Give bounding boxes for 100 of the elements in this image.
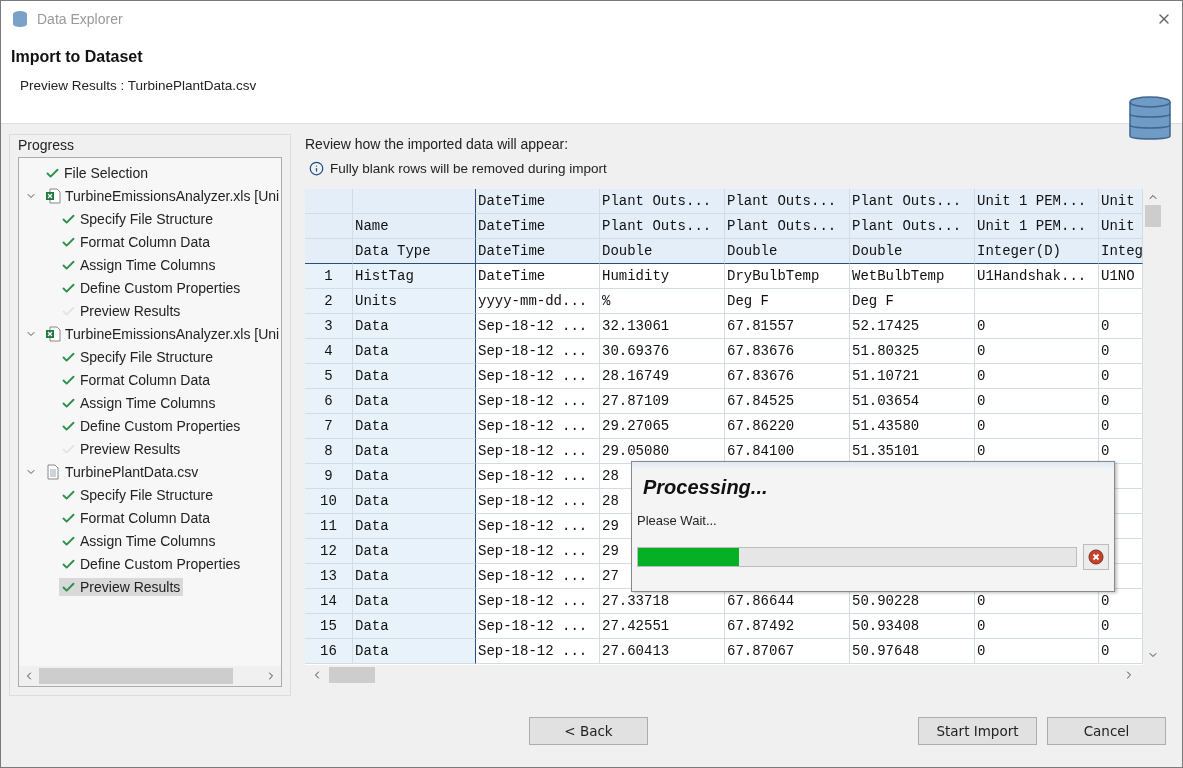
column-header-cell: Plant Outs...: [600, 188, 725, 214]
table-cell: [1099, 288, 1143, 314]
table-cell: Sep-18-12 ...: [476, 388, 600, 414]
progress-tree-item[interactable]: TurbineEmissionsAnalyzer.xls [Uni: [43, 325, 281, 344]
table-cell: Humidity: [600, 263, 725, 289]
table-cell: 52.17425: [850, 313, 975, 339]
progress-tree-item[interactable]: Define Custom Properties: [59, 555, 244, 574]
progress-tree-item[interactable]: Preview Results: [59, 302, 184, 321]
page-title: Import to Dataset: [11, 47, 144, 66]
progress-tree-item[interactable]: Define Custom Properties: [59, 417, 244, 436]
table-cell: 67.83676: [725, 338, 850, 364]
column-header-cell: Unit: [1099, 213, 1143, 239]
progress-tree-item[interactable]: Assign Time Columns: [59, 532, 219, 551]
table-cell: Sep-18-12 ...: [476, 363, 600, 389]
document-file-icon: [45, 464, 61, 481]
column-header-cell: Plant Outs...: [850, 213, 975, 239]
column-header-cell: Plant Outs...: [725, 213, 850, 239]
column-header-cell: Double: [850, 238, 975, 264]
progress-tree-item[interactable]: Preview Results: [59, 440, 184, 459]
dialog-message: Please Wait...: [637, 513, 718, 528]
header-cell: [305, 213, 353, 239]
table-cell: Sep-18-12 ...: [476, 413, 600, 439]
column-header-cell: Unit 1 PEM...: [975, 188, 1099, 214]
table-cell: 28.16749: [600, 363, 725, 389]
progress-tree-item[interactable]: Format Column Data: [59, 509, 213, 528]
table-cell: 0: [1099, 613, 1143, 639]
table-cell: 51.80325: [850, 338, 975, 364]
progress-tree-item[interactable]: Specify File Structure: [59, 210, 217, 229]
info-icon: [309, 160, 324, 176]
table-cell: 67.84525: [725, 388, 850, 414]
spreadsheet-file-icon: [45, 326, 61, 343]
progress-tree-item[interactable]: Format Column Data: [59, 233, 213, 252]
table-cell: 51.03654: [850, 388, 975, 414]
row-number: 8: [305, 438, 353, 464]
table-cell: 0: [1099, 638, 1143, 664]
cancel-processing-button[interactable]: [1083, 544, 1109, 570]
table-cell: Data: [353, 613, 476, 639]
table-cell: Data: [353, 438, 476, 464]
progress-tree-item[interactable]: Format Column Data: [59, 371, 213, 390]
scrollbar-thumb[interactable]: [39, 667, 233, 684]
table-cell: 0: [975, 338, 1099, 364]
review-heading: Review how the imported data will appear:: [305, 135, 570, 152]
column-header-cell: DateTime: [476, 213, 600, 239]
progress-tree-item[interactable]: Specify File Structure: [59, 486, 217, 505]
horizontal-scrollbar[interactable]: [19, 665, 281, 686]
row-number: 3: [305, 313, 353, 339]
table-cell: 0: [975, 363, 1099, 389]
table-cell: 32.13061: [600, 313, 725, 339]
progress-tree-item[interactable]: Assign Time Columns: [59, 256, 219, 275]
row-header-cell: Data Type: [353, 238, 476, 264]
table-cell: 67.86220: [725, 413, 850, 439]
scrollbar-thumb[interactable]: [329, 666, 375, 683]
cancel-button[interactable]: Cancel: [1047, 717, 1166, 746]
table-cell: 0: [975, 388, 1099, 414]
table-cell: Data: [353, 638, 476, 664]
progress-tree-item[interactable]: File Selection: [43, 164, 152, 183]
column-header-cell: DateTime: [476, 238, 600, 264]
progress-tree-item[interactable]: TurbineEmissionsAnalyzer.xls [Uni: [43, 187, 281, 206]
column-header-cell: Plant Outs...: [600, 213, 725, 239]
progress-tree-item[interactable]: TurbinePlantData.csv: [43, 463, 202, 482]
table-cell: 30.69376: [600, 338, 725, 364]
progress-tree-item[interactable]: Define Custom Properties: [59, 279, 244, 298]
start-import-button[interactable]: Start Import: [918, 717, 1037, 746]
row-number: 1: [305, 263, 353, 289]
progress-tree-item[interactable]: Specify File Structure: [59, 348, 217, 367]
panel-title: Progress: [18, 136, 76, 153]
table-cell: DryBulbTemp: [725, 263, 850, 289]
row-number: 9: [305, 463, 353, 489]
row-number: 4: [305, 338, 353, 364]
app-icon: [11, 10, 29, 29]
table-cell: Data: [353, 513, 476, 539]
table-cell: 50.93408: [850, 613, 975, 639]
table-cell: DateTime: [476, 263, 600, 289]
table-cell: Sep-18-12 ...: [476, 338, 600, 364]
table-cell: 27.60413: [600, 638, 725, 664]
table-cell: Sep-18-12 ...: [476, 538, 600, 564]
table-cell: 27.42551: [600, 613, 725, 639]
back-button[interactable]: < Back: [529, 717, 648, 746]
table-cell: 67.87067: [725, 638, 850, 664]
table-cell: yyyy-mm-dd...: [476, 288, 600, 314]
row-number: 13: [305, 563, 353, 589]
progress-tree-item[interactable]: Preview Results: [59, 578, 184, 597]
table-cell: Data: [353, 388, 476, 414]
row-number: 15: [305, 613, 353, 639]
column-header-cell: DateTime: [476, 188, 600, 214]
table-cell: Data: [353, 488, 476, 514]
scrollbar-thumb[interactable]: [1145, 204, 1161, 227]
info-note: Fully blank rows will be removed during import: [330, 160, 607, 176]
table-cell: WetBulbTemp: [850, 263, 975, 289]
progress-tree-item[interactable]: Assign Time Columns: [59, 394, 219, 413]
row-number: 10: [305, 488, 353, 514]
spreadsheet-file-icon: [45, 188, 61, 205]
table-cell: Sep-18-12 ...: [476, 313, 600, 339]
table-cell: Data: [353, 313, 476, 339]
table-cell: 0: [1099, 313, 1143, 339]
row-number: 11: [305, 513, 353, 539]
row-number: 16: [305, 638, 353, 664]
row-number: 12: [305, 538, 353, 564]
row-number: 14: [305, 588, 353, 614]
table-cell: U1NO: [1099, 263, 1143, 289]
